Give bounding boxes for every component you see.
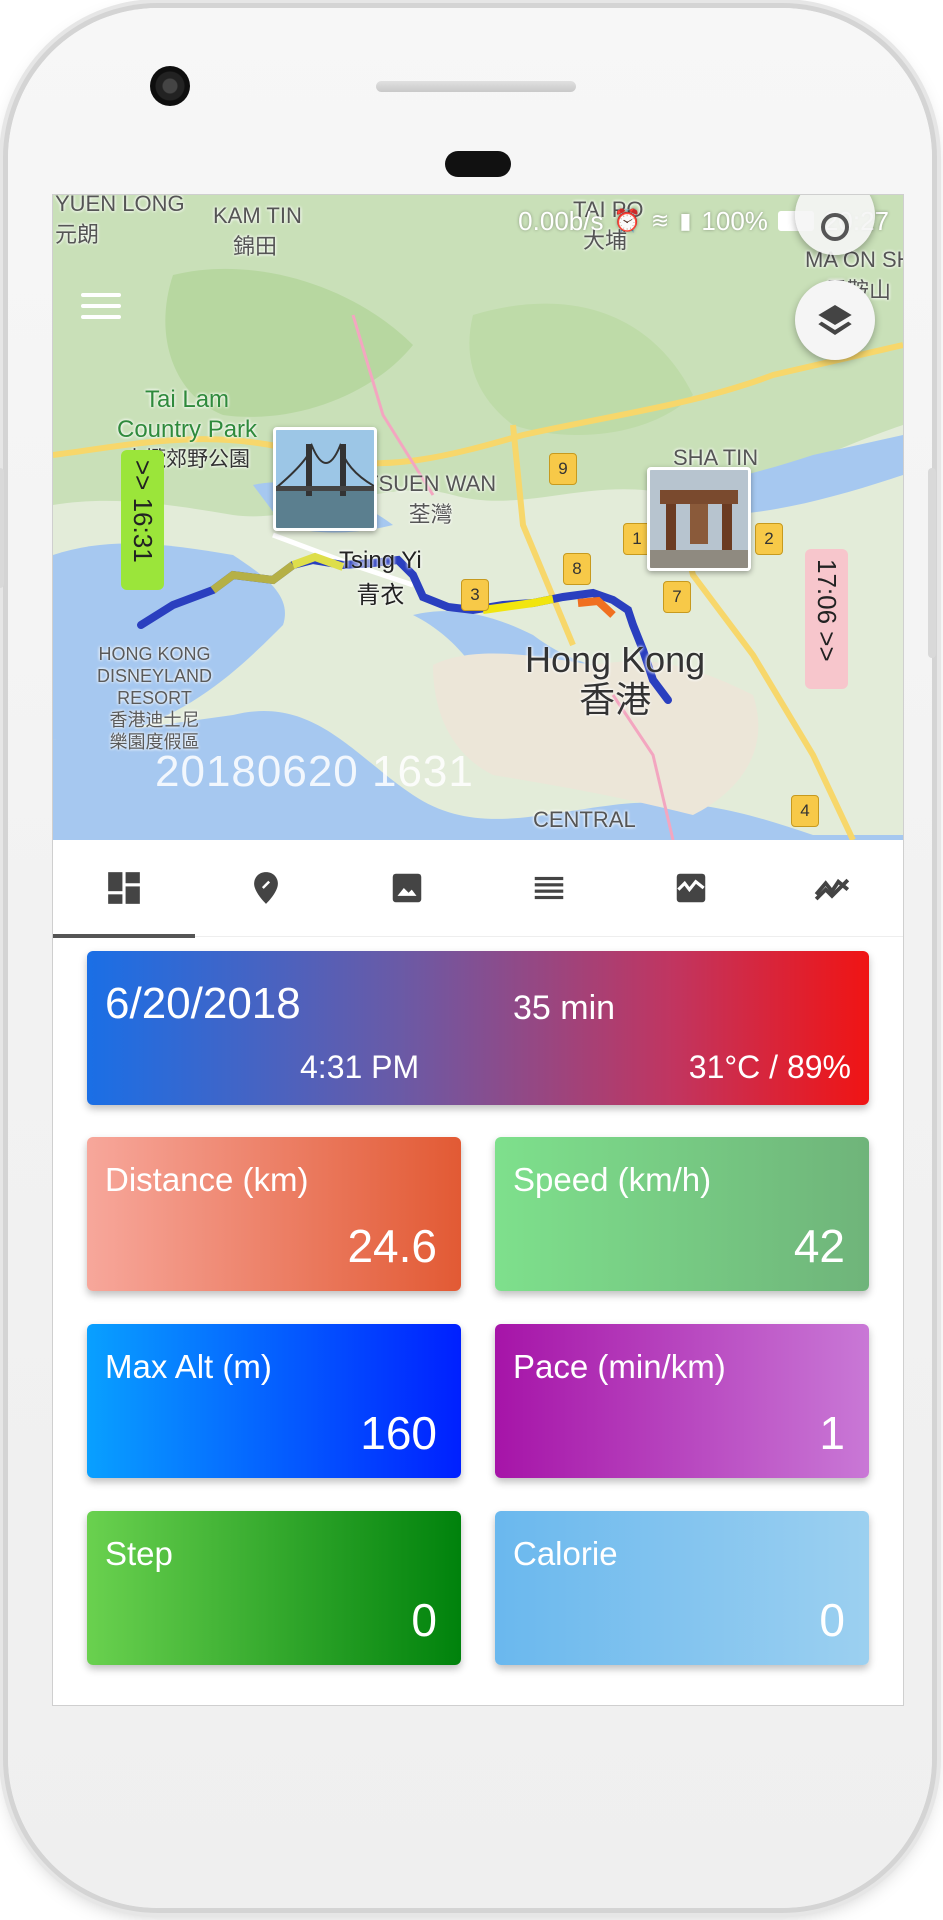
route-marker[interactable]: 8 bbox=[563, 553, 591, 585]
route-map[interactable]: YUEN LONG元朗 KAM TIN錦田 TAI PO大埔 MA ON SHA… bbox=[53, 195, 903, 840]
menu-icon bbox=[81, 293, 121, 297]
map-label-hong-kong: Hong Kong 香港 bbox=[525, 639, 706, 720]
max-alt-label: Max Alt (m) bbox=[105, 1348, 272, 1385]
image-icon bbox=[392, 873, 422, 903]
proximity-sensor bbox=[445, 151, 511, 177]
route-marker[interactable]: 7 bbox=[663, 581, 691, 613]
my-location-icon bbox=[821, 213, 849, 241]
map-overlay-date: 20180620 1631 bbox=[155, 747, 474, 796]
layers-icon bbox=[818, 305, 852, 335]
trip-start-time: 4:31 PM bbox=[300, 1049, 420, 1085]
max-alt-value: 160 bbox=[360, 1407, 437, 1459]
power-button bbox=[928, 468, 936, 658]
calorie-label: Calorie bbox=[513, 1535, 618, 1572]
tab-dashboard[interactable] bbox=[53, 840, 195, 938]
earpiece-speaker bbox=[376, 81, 576, 92]
list-icon bbox=[534, 876, 564, 900]
app-screen: YUEN LONG元朗 KAM TIN錦田 TAI PO大埔 MA ON SHA… bbox=[53, 195, 903, 1705]
route-marker[interactable]: 3 bbox=[461, 579, 489, 611]
network-speed: 0.00b/s bbox=[518, 205, 604, 236]
chart-icon bbox=[676, 873, 705, 903]
tab-location[interactable] bbox=[195, 840, 337, 936]
tab-bar bbox=[53, 840, 903, 938]
trend-icon bbox=[814, 878, 850, 901]
trip-duration: 35 min bbox=[513, 989, 616, 1027]
alarm-icon: ⏰ bbox=[613, 208, 641, 233]
speed-label: Speed (km/h) bbox=[513, 1161, 712, 1198]
location-pin-icon bbox=[253, 872, 278, 904]
step-card[interactable]: Step 0 bbox=[87, 1511, 461, 1665]
wifi-icon: ≋ bbox=[650, 208, 670, 233]
route-marker[interactable]: 2 bbox=[755, 523, 783, 555]
bridge-photo-icon bbox=[276, 430, 374, 528]
tab-trend[interactable] bbox=[761, 840, 903, 936]
map-label-disneyland: HONG KONG DISNEYLAND RESORT 香港迪士尼 樂園度假區 bbox=[97, 644, 213, 752]
calorie-card[interactable]: Calorie 0 bbox=[495, 1511, 869, 1665]
layers-button[interactable] bbox=[795, 280, 875, 360]
distance-card[interactable]: Distance (km) 24.6 bbox=[87, 1137, 461, 1291]
status-bar: 0.00b/s ⏰ ≋ ▮ 100% 20:27 bbox=[53, 195, 903, 247]
distance-label: Distance (km) bbox=[105, 1161, 309, 1198]
speed-card[interactable]: Speed (km/h) 42 bbox=[495, 1137, 869, 1291]
tab-chart[interactable] bbox=[620, 840, 762, 936]
route-photo-thumbnail[interactable] bbox=[647, 467, 751, 571]
volume-button bbox=[0, 468, 4, 588]
map-label-tsuen-wan: TSUEN WAN 荃灣 bbox=[365, 471, 497, 527]
speed-value: 42 bbox=[793, 1220, 845, 1272]
tab-photos[interactable] bbox=[336, 840, 478, 936]
distance-value: 24.6 bbox=[347, 1220, 437, 1272]
map-label-central: CENTRAL bbox=[533, 807, 636, 832]
trip-weather: 31°C / 89% bbox=[688, 1049, 851, 1085]
route-marker[interactable]: 9 bbox=[549, 453, 577, 485]
route-end-tag[interactable]: 17:06 >> bbox=[805, 549, 848, 689]
battery-percent: 100% bbox=[701, 205, 768, 236]
pace-value: 1 bbox=[819, 1407, 845, 1459]
map-label-tsing-yi: Tsing Yi 青衣 bbox=[339, 547, 422, 609]
signal-icon: ▮ bbox=[679, 208, 692, 233]
route-marker[interactable]: 4 bbox=[791, 795, 819, 827]
dashboard-icon bbox=[107, 872, 140, 904]
menu-button[interactable] bbox=[81, 283, 127, 329]
max-alt-card[interactable]: Max Alt (m) 160 bbox=[87, 1324, 461, 1478]
tab-list[interactable] bbox=[478, 840, 620, 936]
step-value: 0 bbox=[411, 1594, 437, 1646]
step-label: Step bbox=[105, 1535, 173, 1572]
pace-card[interactable]: Pace (min/km) 1 bbox=[495, 1324, 869, 1478]
phone-frame: YUEN LONG元朗 KAM TIN錦田 TAI PO大埔 MA ON SHA… bbox=[0, 8, 936, 1908]
my-location-button[interactable] bbox=[795, 195, 875, 255]
gate-photo-icon bbox=[650, 470, 748, 568]
calorie-value: 0 bbox=[819, 1594, 845, 1646]
route-photo-thumbnail[interactable] bbox=[273, 427, 377, 531]
front-camera bbox=[150, 66, 190, 106]
route-start-tag[interactable]: >> 16:31 bbox=[121, 450, 164, 590]
trip-date: 6/20/2018 bbox=[105, 979, 301, 1028]
trip-summary-card[interactable]: 6/20/2018 35 min 4:31 PM 31°C / 89% bbox=[87, 951, 869, 1105]
pace-label: Pace (min/km) bbox=[513, 1348, 726, 1385]
